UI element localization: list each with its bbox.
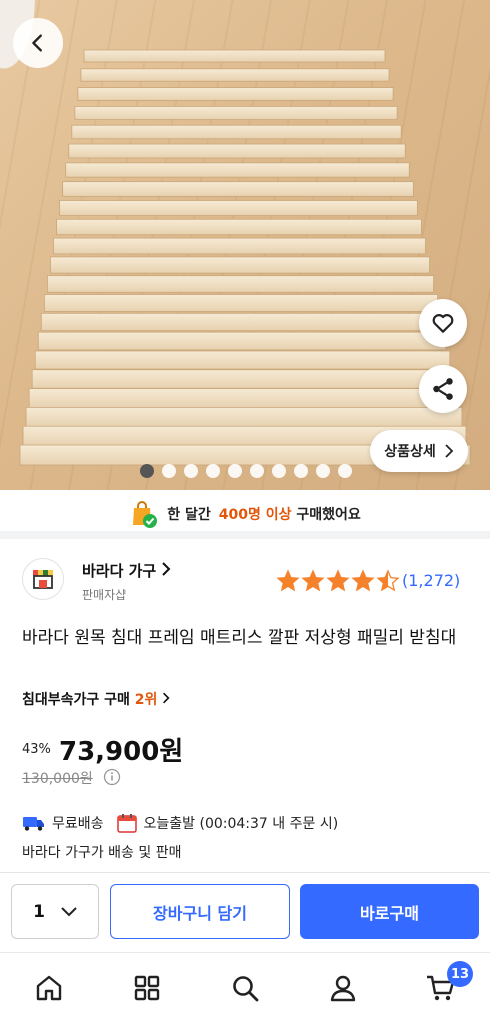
quantity-select[interactable]: 1 xyxy=(11,884,99,939)
user-icon xyxy=(330,975,356,1002)
wishlist-button[interactable] xyxy=(419,299,467,347)
add-to-cart-button[interactable]: 장바구니 담기 xyxy=(110,884,290,939)
purchase-notice: 한 달간 400명 이상 구매했어요 xyxy=(0,497,490,531)
notice-suffix: 구매했어요 xyxy=(296,507,361,523)
nav-search[interactable] xyxy=(227,970,263,1006)
gallery-pagination xyxy=(140,464,352,478)
pallet-slat xyxy=(34,350,451,370)
notice-highlight: 400명 이상 xyxy=(218,507,292,523)
pagination-dot[interactable] xyxy=(206,464,220,478)
star-icon xyxy=(326,569,350,592)
pallet-slat xyxy=(62,181,414,197)
share-button[interactable] xyxy=(419,365,467,413)
seller-logo[interactable] xyxy=(22,558,64,600)
pallet-slat xyxy=(80,68,390,82)
chevron-right-icon xyxy=(163,692,170,704)
today-dispatch-label: 오늘출발 (00:04:37 내 주문 시) xyxy=(143,816,339,832)
pallet-slat xyxy=(47,275,434,293)
pallet-slat xyxy=(65,162,410,178)
pagination-dot[interactable] xyxy=(250,464,264,478)
back-button[interactable] xyxy=(13,18,63,68)
discount-rate: 43% xyxy=(22,742,51,757)
search-icon xyxy=(233,976,259,1002)
pallet-slat xyxy=(77,87,394,101)
category-rank-link[interactable]: 침대부속가구 구매 2위 xyxy=(22,689,170,709)
category-icon xyxy=(134,975,160,1001)
pallet-slat xyxy=(71,124,402,140)
buy-now-button[interactable]: 바로구매 xyxy=(300,884,479,939)
pallet-slat xyxy=(50,256,430,274)
review-count[interactable]: (1,272) xyxy=(402,571,460,590)
product-image-gallery[interactable]: 상품상세 xyxy=(0,0,490,490)
nav-home[interactable] xyxy=(31,970,67,1006)
truck-icon xyxy=(23,817,44,831)
chevron-down-icon xyxy=(61,906,77,916)
pagination-dot[interactable] xyxy=(294,464,308,478)
chevron-right-icon xyxy=(445,444,454,458)
quantity-value: 1 xyxy=(33,901,45,922)
pallet-slat xyxy=(53,237,426,255)
cart-count-badge: 13 xyxy=(447,961,473,987)
star-icon xyxy=(351,569,375,592)
store-icon xyxy=(33,570,53,589)
section-divider xyxy=(0,531,490,539)
star-icon xyxy=(301,569,325,592)
sale-price: 73,900원 xyxy=(59,737,184,767)
pallet-slat xyxy=(40,312,443,332)
pagination-dot[interactable] xyxy=(162,464,176,478)
nav-my-page[interactable] xyxy=(325,970,361,1006)
rank-label: 침대부속가구 구매 xyxy=(22,692,130,708)
product-title: 바라다 원목 침대 프레임 매트리스 깔판 저상형 패밀리 받침대 xyxy=(22,628,457,648)
product-detail-button[interactable]: 상품상세 xyxy=(370,430,468,472)
pallet-slat xyxy=(28,388,459,408)
share-icon xyxy=(433,378,453,400)
free-shipping-label: 무료배송 xyxy=(52,816,104,832)
chevron-right-icon xyxy=(162,562,171,576)
original-price: 130,000원 xyxy=(22,771,93,787)
pallet-slat xyxy=(56,218,422,236)
rating-stars[interactable] xyxy=(276,569,400,593)
pallet-slat xyxy=(37,331,447,351)
pagination-dot[interactable] xyxy=(338,464,352,478)
chevron-left-icon xyxy=(32,34,42,52)
pallet-slat xyxy=(59,200,418,216)
notice-prefix: 한 달간 xyxy=(167,507,211,523)
pallet-slat xyxy=(31,369,455,389)
pagination-dot[interactable] xyxy=(228,464,242,478)
heart-icon xyxy=(432,314,454,333)
pagination-dot[interactable] xyxy=(184,464,198,478)
nav-category[interactable] xyxy=(129,970,165,1006)
home-icon xyxy=(36,975,62,1001)
pallet-slat xyxy=(83,49,386,63)
product-image xyxy=(19,49,471,466)
pagination-dot[interactable] xyxy=(272,464,286,478)
seller-delivery-note: 바라다 가구가 배송 및 판매 xyxy=(22,845,182,861)
product-detail-label: 상품상세 xyxy=(384,444,436,460)
shopping-bag-check-icon xyxy=(133,501,158,528)
star-icon xyxy=(276,569,300,592)
star-icon xyxy=(376,569,400,592)
seller-link[interactable]: 바라다 가구 xyxy=(82,560,171,581)
info-icon[interactable] xyxy=(103,768,121,786)
seller-subtitle: 판매자샵 xyxy=(82,588,127,602)
pagination-dot[interactable] xyxy=(140,464,154,478)
seller-name: 바라다 가구 xyxy=(82,562,157,580)
rank-value: 2위 xyxy=(134,692,158,708)
calendar-icon xyxy=(116,814,137,833)
shipping-info: 무료배송 오늘출발 (00:04:37 내 주문 시) xyxy=(22,812,338,834)
pallet-slat xyxy=(74,106,398,120)
pallet-slat xyxy=(68,143,406,159)
pagination-dot[interactable] xyxy=(316,464,330,478)
pallet-slat xyxy=(25,406,463,428)
pallet-slat xyxy=(43,294,439,312)
